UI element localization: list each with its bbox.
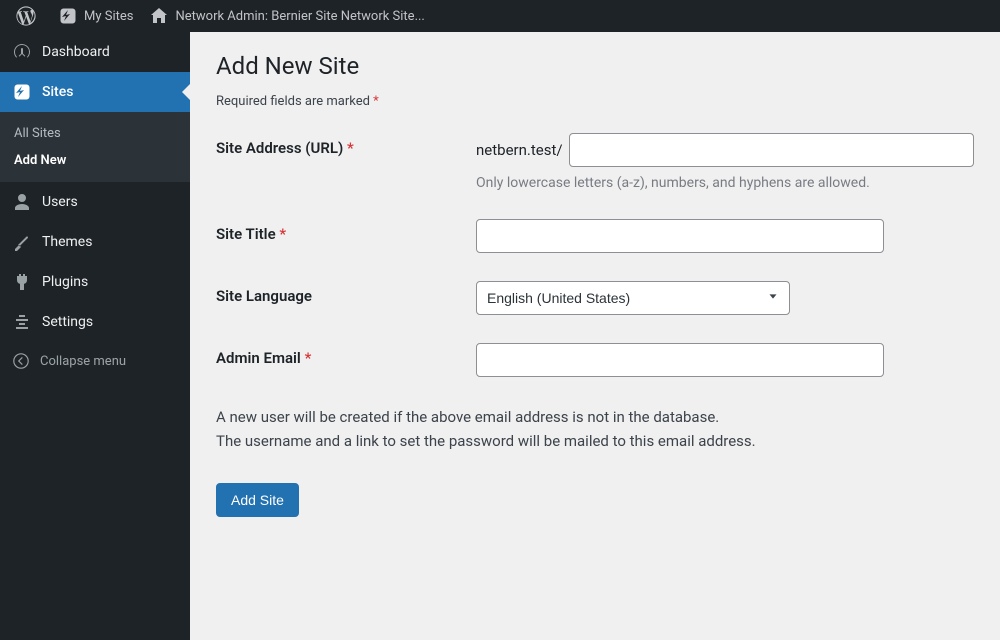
site-address-input[interactable] xyxy=(569,133,974,167)
label-site-address: Site Address (URL) * xyxy=(216,133,476,157)
collapse-icon xyxy=(12,352,30,370)
admin-email-input[interactable] xyxy=(476,343,884,377)
admin-bar: My Sites Network Admin: Bernier Site Net… xyxy=(0,0,1000,32)
required-fields-note: Required fields are marked * xyxy=(216,94,974,109)
admin-sidebar: Dashboard Sites All Sites Add New Users … xyxy=(0,32,190,640)
site-address-help: Only lowercase letters (a-z), numbers, a… xyxy=(476,175,974,191)
sidebar-item-dashboard[interactable]: Dashboard xyxy=(0,32,190,72)
sidebar-label: Sites xyxy=(42,84,73,100)
sidebar-sub-all-sites[interactable]: All Sites xyxy=(0,120,190,147)
collapse-label: Collapse menu xyxy=(40,354,126,369)
wp-logo-button[interactable] xyxy=(8,0,50,32)
network-admin-label: Network Admin: Bernier Site Network Site… xyxy=(175,9,424,24)
users-icon xyxy=(12,192,32,212)
sidebar-item-themes[interactable]: Themes xyxy=(0,222,190,262)
asterisk: * xyxy=(347,139,354,157)
sidebar-submenu-sites: All Sites Add New xyxy=(0,112,190,182)
label-site-language: Site Language xyxy=(216,281,476,305)
sidebar-label: Plugins xyxy=(42,274,88,290)
admin-email-note: A new user will be created if the above … xyxy=(216,405,974,453)
sidebar-sub-add-new[interactable]: Add New xyxy=(0,147,190,174)
sidebar-item-plugins[interactable]: Plugins xyxy=(0,262,190,302)
asterisk: * xyxy=(305,349,312,367)
sidebar-label: Users xyxy=(42,194,78,210)
row-site-address: Site Address (URL) * netbern.test/ Only … xyxy=(216,133,974,191)
page-title: Add New Site xyxy=(216,52,974,80)
sidebar-label: Dashboard xyxy=(42,44,110,60)
settings-icon xyxy=(12,312,32,332)
sidebar-item-sites[interactable]: Sites xyxy=(0,72,190,112)
site-address-prefix: netbern.test/ xyxy=(476,141,563,159)
sidebar-item-settings[interactable]: Settings xyxy=(0,302,190,342)
site-title-input[interactable] xyxy=(476,219,884,253)
themes-icon xyxy=(12,232,32,252)
label-admin-email: Admin Email * xyxy=(216,343,476,367)
my-sites-button[interactable]: My Sites xyxy=(50,0,141,32)
network-admin-button[interactable]: Network Admin: Bernier Site Network Site… xyxy=(141,0,432,32)
sidebar-item-users[interactable]: Users xyxy=(0,182,190,222)
multisite-icon xyxy=(58,6,78,26)
sidebar-collapse-button[interactable]: Collapse menu xyxy=(0,342,190,380)
add-site-button[interactable]: Add Site xyxy=(216,483,299,517)
row-admin-email: Admin Email * xyxy=(216,343,974,377)
main-content: Add New Site Required fields are marked … xyxy=(190,32,1000,640)
plugins-icon xyxy=(12,272,32,292)
wordpress-icon xyxy=(16,6,36,26)
sidebar-label: Themes xyxy=(42,234,92,250)
row-site-language: Site Language English (United States) xyxy=(216,281,974,315)
label-site-title: Site Title * xyxy=(216,219,476,243)
my-sites-label: My Sites xyxy=(84,9,133,24)
sites-icon xyxy=(12,82,32,102)
asterisk: * xyxy=(373,94,379,109)
row-site-title: Site Title * xyxy=(216,219,974,253)
dashboard-icon xyxy=(12,42,32,62)
home-icon xyxy=(149,6,169,26)
sidebar-label: Settings xyxy=(42,314,93,330)
asterisk: * xyxy=(279,225,286,243)
site-language-select[interactable]: English (United States) xyxy=(476,281,790,315)
